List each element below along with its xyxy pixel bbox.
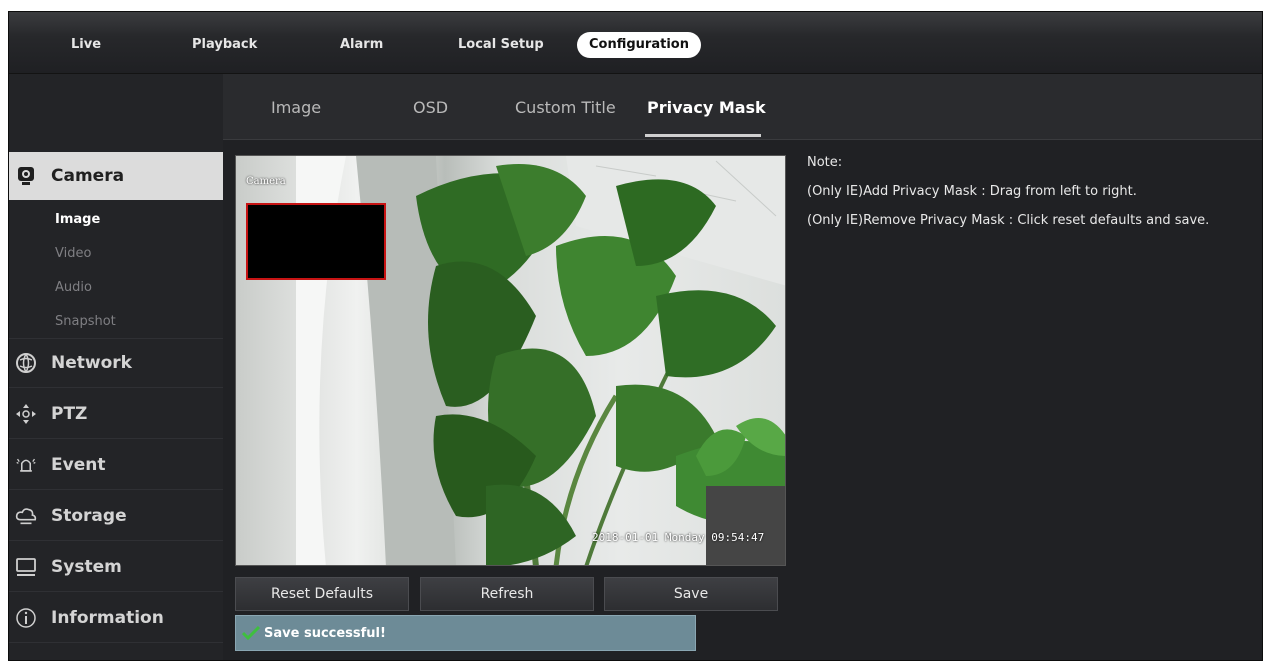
cloud-storage-icon [15, 505, 37, 527]
sidebar-item-storage[interactable]: Storage [9, 491, 223, 541]
tab-image[interactable]: Image [271, 98, 321, 117]
sidebar-subitem-audio[interactable]: Audio [55, 280, 92, 295]
sidebar-subitem-video[interactable]: Video [55, 246, 91, 261]
main-content: Camera 2018-01-01 Monday 09:54:47 Reset … [223, 141, 1262, 660]
checkmark-icon [242, 625, 260, 641]
tab-privacy-mask[interactable]: Privacy Mask [647, 98, 766, 117]
network-globe-icon [15, 352, 37, 374]
sidebar-item-label: System [51, 556, 122, 577]
sidebar-item-label: Storage [51, 505, 127, 526]
nav-local-setup[interactable]: Local Setup [458, 32, 544, 58]
active-tab-indicator [645, 134, 761, 137]
camera-icon [15, 165, 37, 187]
tab-custom-title[interactable]: Custom Title [515, 98, 616, 117]
sidebar-item-label: Information [51, 607, 164, 628]
status-message-bar: Save successful! [235, 615, 696, 651]
status-text: Save successful! [264, 625, 386, 641]
note-remove-mask: (Only IE)Remove Privacy Mask : Click res… [807, 213, 1210, 228]
sidebar-item-event[interactable]: Event [9, 440, 223, 490]
nav-live[interactable]: Live [71, 32, 101, 58]
ptz-arrows-icon [15, 403, 37, 425]
camera-overlay-label: Camera [246, 176, 286, 187]
sidebar-item-label: Network [51, 353, 132, 373]
sidebar-item-ptz[interactable]: PTZ [9, 389, 223, 439]
info-icon [15, 607, 37, 629]
config-tabs: Image OSD Custom Title Privacy Mask [223, 74, 1262, 140]
notes-panel: Note: (Only IE)Add Privacy Mask : Drag f… [807, 155, 1209, 242]
sidebar-item-label: PTZ [51, 403, 88, 424]
save-button[interactable]: Save [604, 577, 778, 611]
refresh-button[interactable]: Refresh [420, 577, 594, 611]
note-title: Note: [807, 155, 843, 170]
sidebar-subitem-image[interactable]: Image [55, 212, 100, 227]
sidebar-item-information[interactable]: Information [9, 593, 223, 643]
live-video-preview[interactable]: Camera 2018-01-01 Monday 09:54:47 [235, 155, 786, 566]
sidebar-item-camera[interactable]: Camera [9, 152, 223, 200]
nav-configuration[interactable]: Configuration [577, 32, 701, 58]
sidebar-item-network[interactable]: Network [9, 338, 223, 388]
tab-osd[interactable]: OSD [413, 98, 448, 117]
osd-timestamp: 2018-01-01 Monday 09:54:47 [592, 531, 765, 544]
sidebar-subitem-snapshot[interactable]: Snapshot [55, 314, 116, 329]
nav-alarm[interactable]: Alarm [340, 32, 383, 58]
nav-playback[interactable]: Playback [192, 32, 257, 58]
monitor-icon [15, 556, 37, 578]
sidebar-item-system[interactable]: System [9, 542, 223, 592]
app-window: Live Playback Alarm Local Setup Configur… [8, 11, 1263, 661]
sidebar-item-label: Camera [51, 166, 125, 186]
top-navigation: Live Playback Alarm Local Setup Configur… [9, 12, 1262, 74]
sidebar: Camera Image Video Audio Snapshot Networ… [9, 74, 235, 660]
alarm-bell-icon [15, 454, 37, 476]
reset-defaults-button[interactable]: Reset Defaults [235, 577, 409, 611]
privacy-mask-region[interactable] [246, 203, 386, 280]
sidebar-item-label: Event [51, 454, 106, 475]
note-add-mask: (Only IE)Add Privacy Mask : Drag from le… [807, 184, 1137, 199]
